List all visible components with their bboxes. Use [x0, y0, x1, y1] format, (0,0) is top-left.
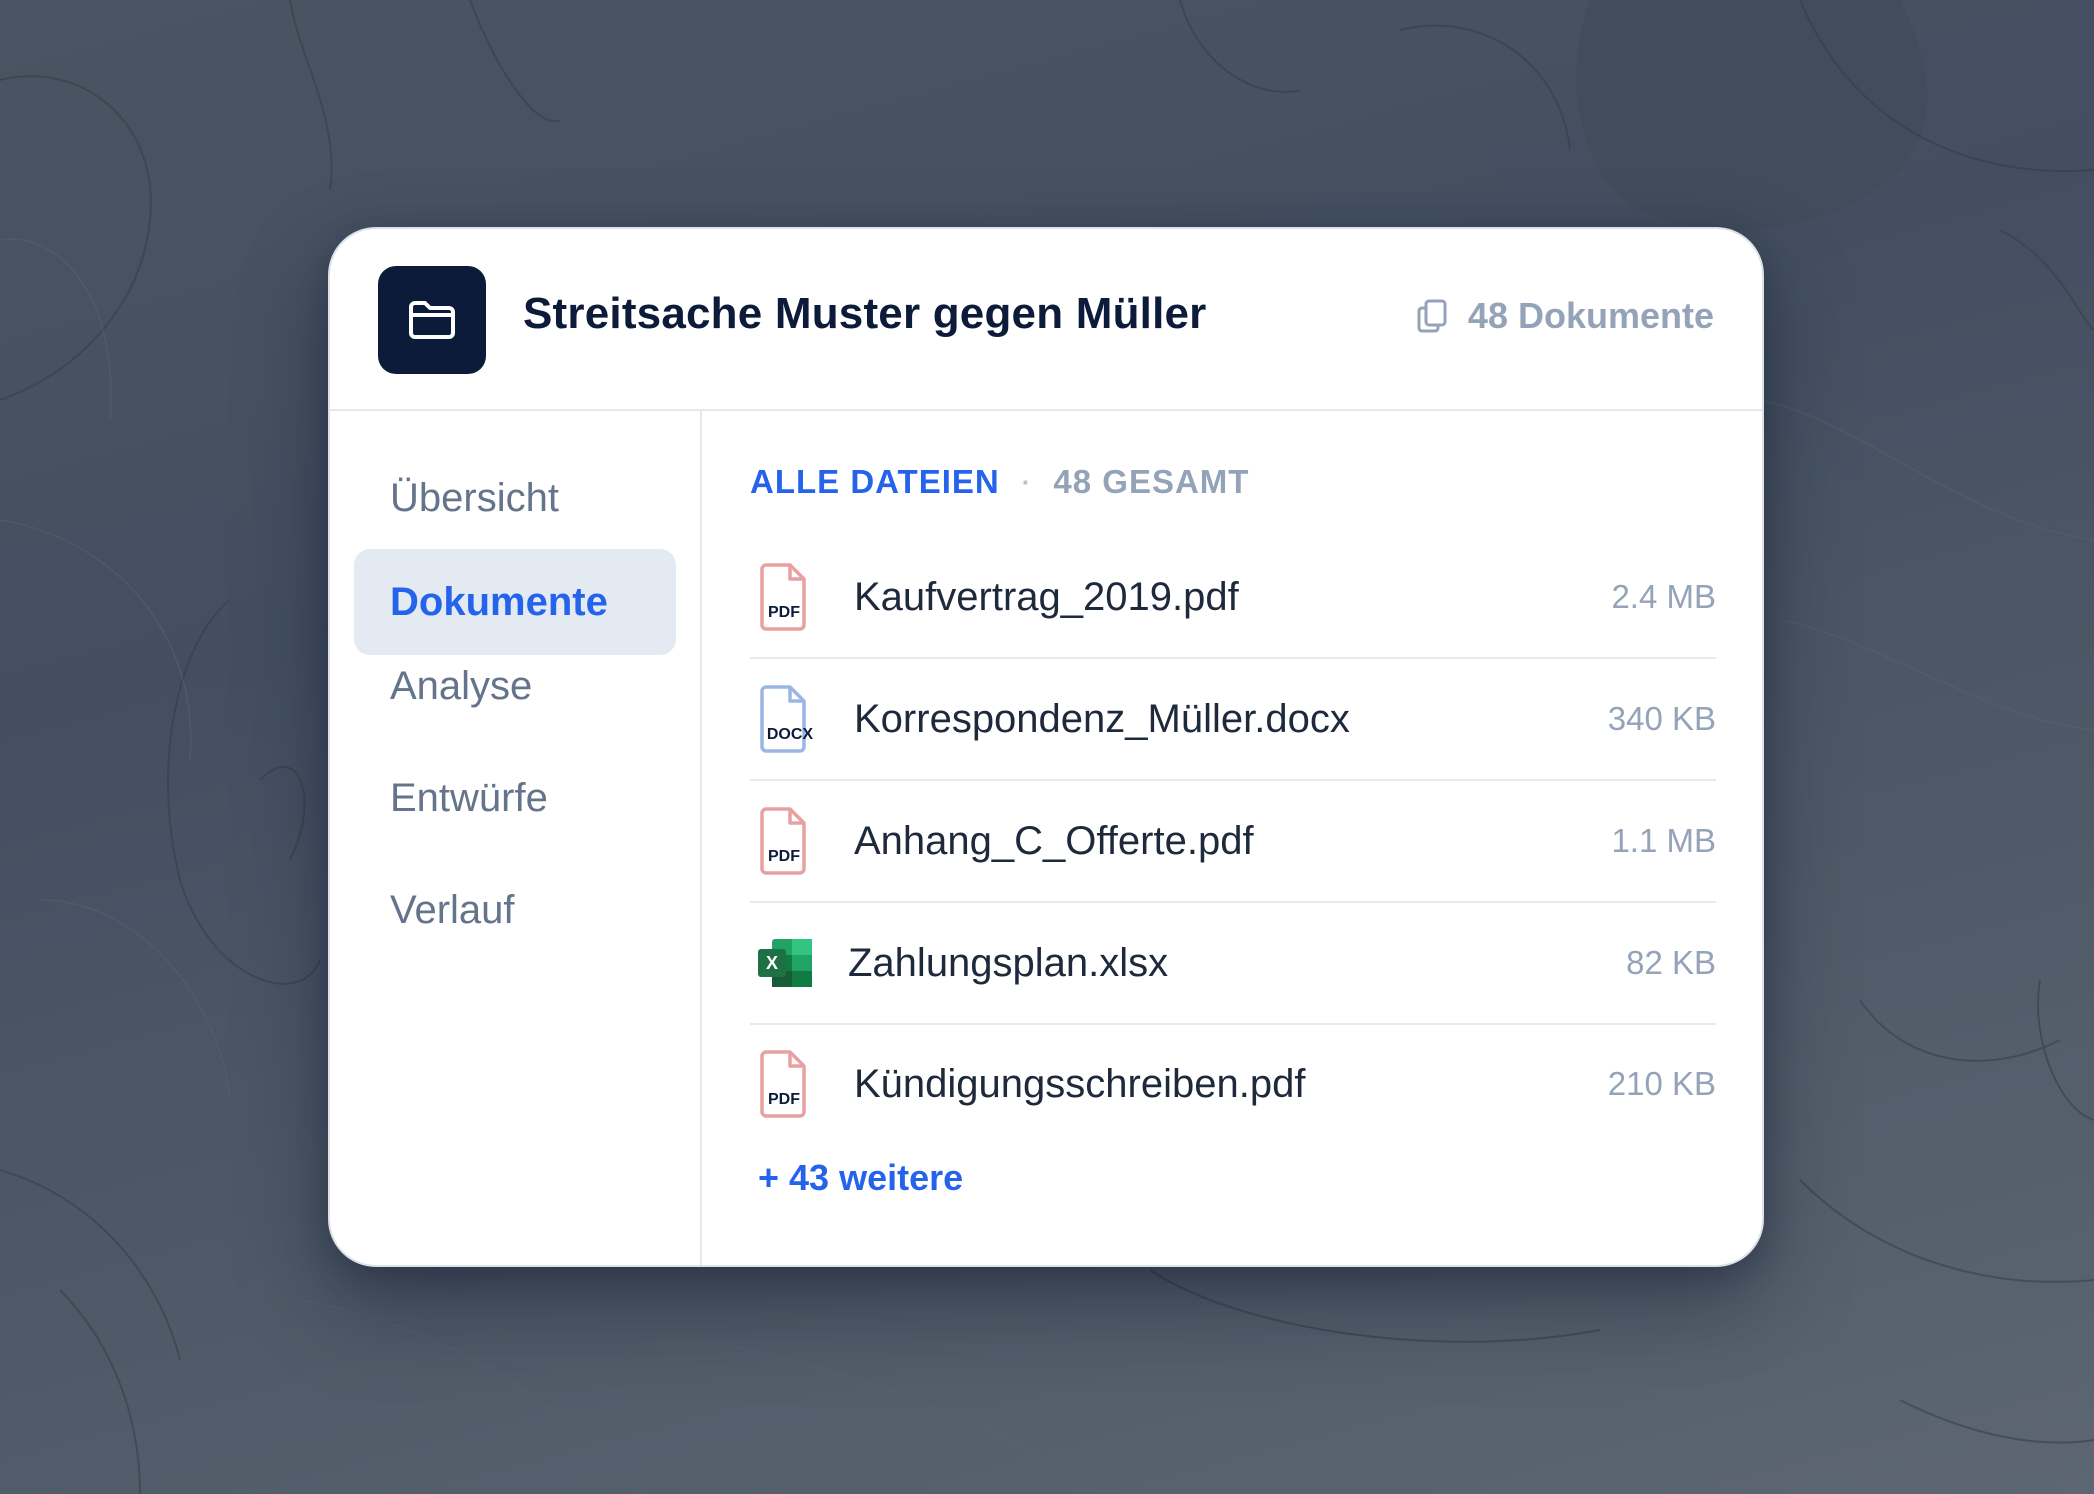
file-name: Zahlungsplan.xlsx	[848, 940, 1169, 985]
pdf-file-icon: PDF	[760, 563, 806, 631]
sidebar-item-verlauf[interactable]: Verlauf	[354, 857, 676, 963]
excel-file-icon: X	[758, 939, 812, 987]
copy-icon	[1417, 299, 1447, 333]
folder-icon	[409, 301, 455, 339]
sidebar-item-uebersicht[interactable]: Übersicht	[354, 445, 676, 551]
case-header: Streitsache Muster gegen Müller 48 Dokum…	[330, 229, 1762, 411]
file-size: 210 KB	[1607, 1065, 1716, 1102]
pdf-file-icon: PDF	[760, 1050, 806, 1118]
folder-badge	[378, 266, 486, 374]
file-list: PDF Kaufvertrag_2019.pdf 2.4 MB DOCX Kor…	[750, 537, 1716, 1143]
pdf-file-icon: PDF	[760, 807, 806, 875]
file-row[interactable]: X Zahlungsplan.xlsx 82 KB	[750, 903, 1716, 1025]
file-type-label: PDF	[768, 604, 800, 621]
document-count-label: 48 Dokumente	[1467, 295, 1714, 336]
section-separator: ·	[1021, 466, 1032, 497]
files-total-count: 48 GESAMT	[1053, 463, 1250, 500]
file-type-label: PDF	[768, 848, 800, 865]
file-row[interactable]: PDF Kaufvertrag_2019.pdf 2.4 MB	[750, 537, 1716, 659]
file-name: Anhang_C_Offerte.pdf	[854, 818, 1254, 863]
file-row[interactable]: PDF Anhang_C_Offerte.pdf 1.1 MB	[750, 781, 1716, 903]
file-size: 340 KB	[1607, 700, 1716, 737]
file-size: 2.4 MB	[1611, 578, 1716, 615]
file-type-label: PDF	[768, 1091, 800, 1108]
file-size: 1.1 MB	[1611, 822, 1716, 859]
case-title: Streitsache Muster gegen Müller	[523, 289, 1207, 338]
sidebar-item-entwuerfe[interactable]: Entwürfe	[354, 745, 676, 851]
file-type-label: X	[766, 953, 778, 973]
file-name: Kündigungsschreiben.pdf	[854, 1061, 1306, 1106]
files-section-header: ALLE DATEIEN · 48 GESAMT	[750, 463, 1249, 501]
case-card: Streitsache Muster gegen Müller 48 Dokum…	[328, 227, 1764, 1267]
file-type-label: DOCX	[767, 726, 814, 743]
files-section-title: ALLE DATEIEN	[750, 463, 1000, 500]
file-name: Korrespondenz_Müller.docx	[854, 696, 1350, 741]
sidebar-item-analyse[interactable]: Analyse	[354, 633, 676, 739]
file-size: 82 KB	[1626, 944, 1716, 981]
docx-file-icon: DOCX	[760, 685, 814, 753]
files-panel: ALLE DATEIEN · 48 GESAMT PDF Kaufvertrag…	[702, 411, 1762, 1265]
sidebar-nav: Übersicht Dokumente Analyse Entwürfe Ver…	[330, 411, 702, 1265]
document-count: 48 Dokumente	[1416, 295, 1714, 337]
file-name: Kaufvertrag_2019.pdf	[854, 574, 1239, 619]
file-row[interactable]: PDF Kündigungsschreiben.pdf 210 KB	[750, 1025, 1716, 1143]
file-row[interactable]: DOCX Korrespondenz_Müller.docx 340 KB	[750, 659, 1716, 781]
more-files-link[interactable]: + 43 weitere	[758, 1157, 963, 1199]
